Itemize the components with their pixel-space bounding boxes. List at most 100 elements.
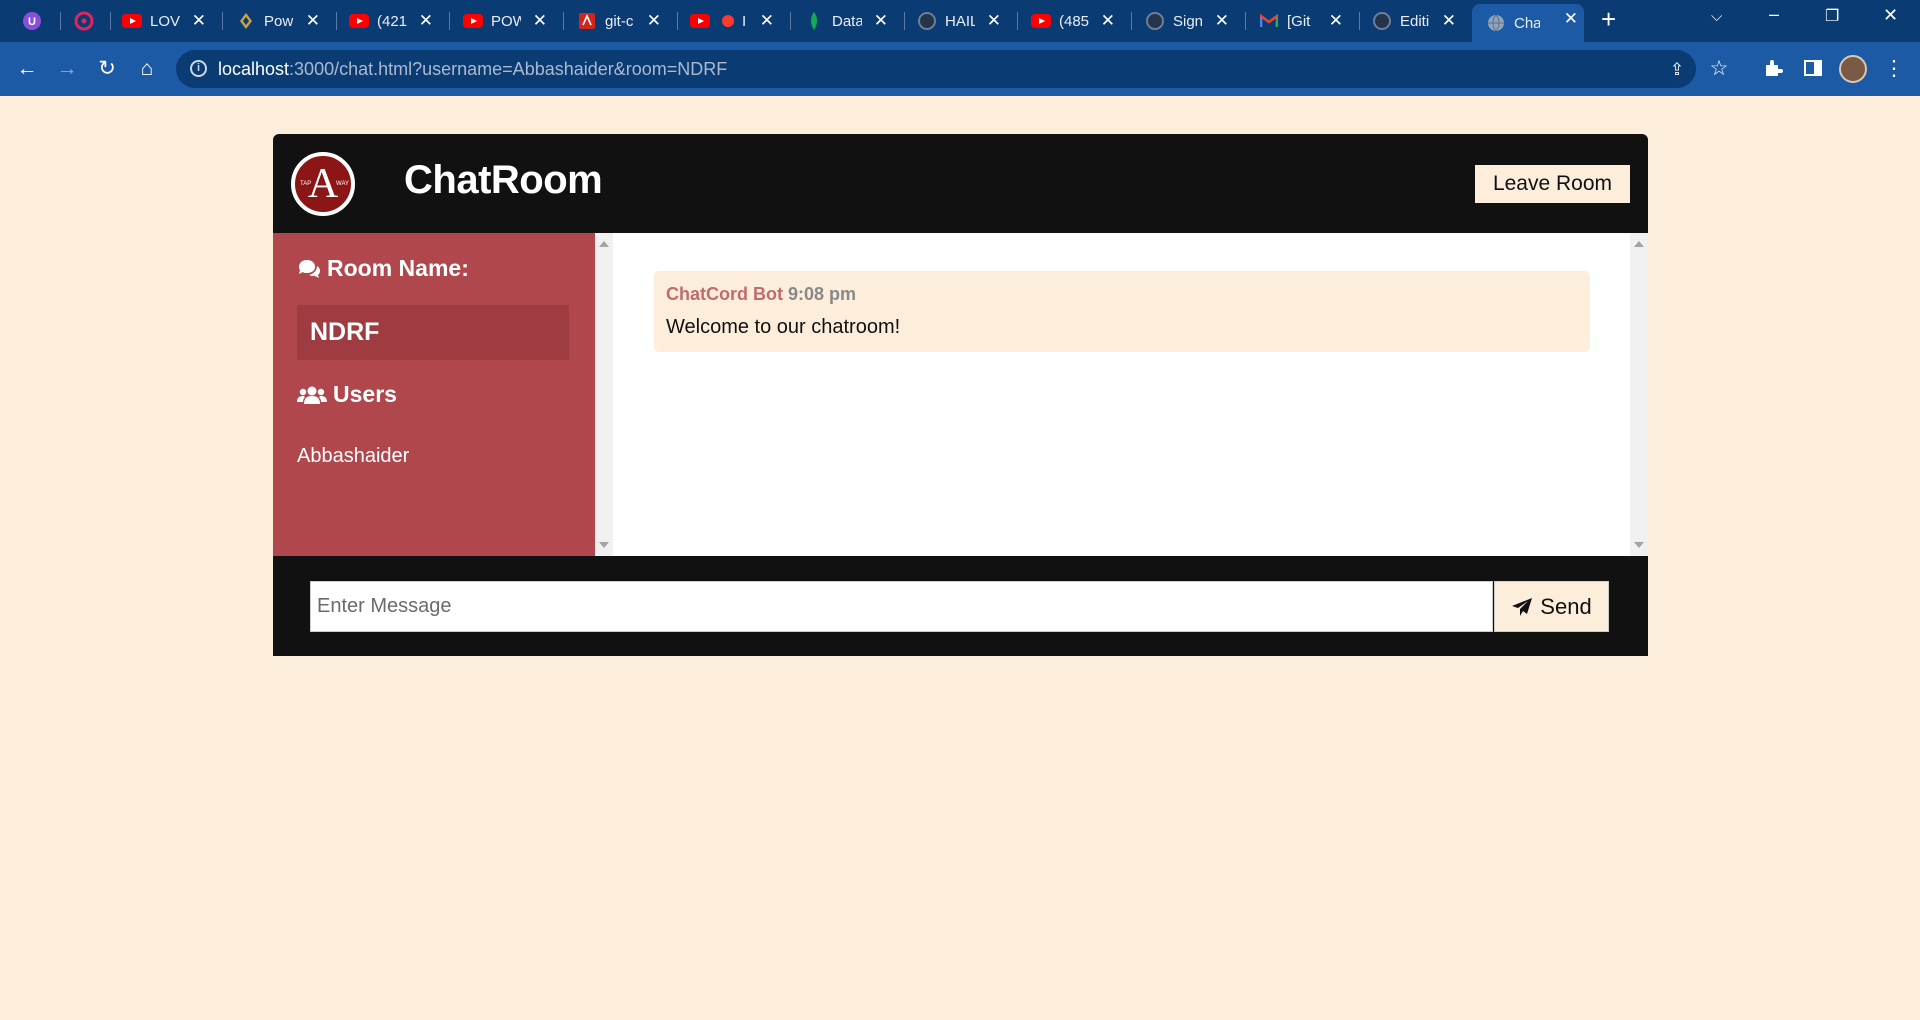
power-app-icon [236,11,256,31]
tab-separator [1359,12,1360,30]
tab-5[interactable]: POW ✕ [463,6,553,36]
messages-scrollbar[interactable] [1630,233,1648,556]
tab-9[interactable]: HAIL ✕ [917,6,1007,36]
room-name-heading: Room Name: [297,255,469,282]
message-meta: ChatCord Bot 9:08 pm [666,284,856,305]
youtube-icon [1031,11,1051,31]
tab-1[interactable] [74,6,100,36]
github-icon [1145,11,1165,31]
site-info-icon[interactable]: i [190,60,207,77]
recording-icon [718,11,738,31]
close-window-icon[interactable]: ✕ [1883,5,1898,26]
youtube-icon [349,11,369,31]
send-button[interactable]: Send [1494,581,1609,632]
browser-menu-icon[interactable]: ⋮ [1881,56,1907,82]
users-icon [297,386,327,404]
tab-separator [222,12,223,30]
leave-room-button[interactable]: Leave Room [1475,165,1630,203]
tab-search-icon[interactable]: ⌵ [1711,8,1722,25]
address-bar[interactable]: i localhost:3000/chat.html?username=Abba… [176,50,1728,88]
close-tab-icon[interactable]: ✕ [192,11,206,31]
paper-plane-icon [1512,597,1533,616]
message-input[interactable] [310,581,1493,632]
close-tab-icon[interactable]: ✕ [1442,11,1456,31]
close-tab-icon[interactable]: ✕ [419,11,433,31]
user-list-item: Abbashaider [297,445,410,467]
minimize-icon[interactable]: – [1769,4,1779,25]
page-title: ChatRoom [404,158,603,202]
close-tab-icon[interactable]: ✕ [1215,11,1229,31]
users-heading: Users [297,381,397,408]
logo-left-text: TAP [300,181,312,187]
scroll-up-arrow-icon[interactable] [1634,241,1644,247]
close-tab-icon[interactable]: ✕ [306,11,320,31]
tab-label: HAIL [945,12,975,30]
url-text[interactable]: localhost:3000/chat.html?username=Abbash… [218,59,727,80]
users-label: Users [333,381,397,407]
share-icon[interactable]: ⇪ [1664,57,1690,83]
tab-label: I [742,12,747,30]
close-tab-icon[interactable]: ✕ [874,11,888,31]
tab-separator [1017,12,1018,30]
tab-2[interactable]: LOVI ✕ [122,6,212,36]
forward-icon[interactable]: → [54,56,80,82]
home-icon[interactable]: ⌂ [134,56,160,82]
tab-11[interactable]: Sign ✕ [1145,6,1235,36]
youtube-icon [122,11,142,31]
browser-tab-strip: U LOVI ✕ Pow ✕ (421 ✕ POW ✕ git-c ✕ I ✕ [0,0,1920,42]
close-tab-icon[interactable]: ✕ [760,11,774,31]
sidebar-scrollbar[interactable] [595,233,613,556]
tab-separator [1245,12,1246,30]
github-icon [1372,11,1392,31]
tab-14-active[interactable]: Chat ✕ [1472,4,1584,42]
tab-label: (421 [377,12,407,30]
tab-0[interactable]: U [22,6,48,36]
scroll-up-arrow-icon[interactable] [599,241,609,247]
tab-label: Data [832,12,862,30]
app-logo: A TAP WAY [291,152,355,216]
pdf-icon [577,11,597,31]
message-username: ChatCord Bot [666,284,783,304]
mongodb-icon [804,11,824,31]
side-panel-icon[interactable] [1800,58,1826,85]
logo-right-text: WAY [336,181,349,187]
tab-13[interactable]: Editi ✕ [1372,6,1462,36]
new-tab-icon[interactable]: + [1601,4,1616,35]
tab-label: (485 [1059,12,1089,30]
chat-sidebar: Room Name: NDRF Users Abbashaider [273,233,595,556]
tab-separator [60,12,61,30]
reload-icon[interactable]: ↻ [94,56,120,82]
globe-icon [1486,13,1506,33]
close-tab-icon[interactable]: ✕ [1564,9,1578,29]
send-label: Send [1540,593,1592,619]
back-icon[interactable]: ← [14,56,40,82]
close-tab-icon[interactable]: ✕ [533,11,547,31]
close-tab-icon[interactable]: ✕ [987,11,1001,31]
tab-label: git-c [605,12,634,30]
tab-8[interactable]: Data ✕ [804,6,894,36]
profile-avatar[interactable] [1839,55,1867,83]
extensions-puzzle-icon[interactable] [1760,58,1786,85]
github-icon [917,11,937,31]
tab-7[interactable]: I ✕ [690,6,780,36]
close-tab-icon[interactable]: ✕ [1329,11,1343,31]
room-name-label: Room Name: [327,255,469,281]
tab-label: POW [491,12,521,30]
bookmark-star-icon[interactable]: ☆ [1706,56,1732,82]
close-tab-icon[interactable]: ✕ [1101,11,1115,31]
tab-4[interactable]: (421 ✕ [349,6,439,36]
close-tab-icon[interactable]: ✕ [647,11,661,31]
scroll-down-arrow-icon[interactable] [599,542,609,548]
tab-10[interactable]: (485 ✕ [1031,6,1121,36]
tab-6[interactable]: git-c ✕ [577,6,667,36]
tab-separator [336,12,337,30]
tab-12[interactable]: [Git ✕ [1259,6,1349,36]
browser-toolbar: ← → ↻ ⌂ i localhost:3000/chat.html?usern… [0,42,1920,96]
message-time: 9:08 pm [788,284,857,304]
tab-3[interactable]: Pow ✕ [236,6,326,36]
scroll-down-arrow-icon[interactable] [1634,542,1644,548]
tab-separator [110,12,111,30]
tab-separator [677,12,678,30]
comments-icon [299,259,320,278]
restore-icon[interactable]: ❐ [1825,6,1839,26]
